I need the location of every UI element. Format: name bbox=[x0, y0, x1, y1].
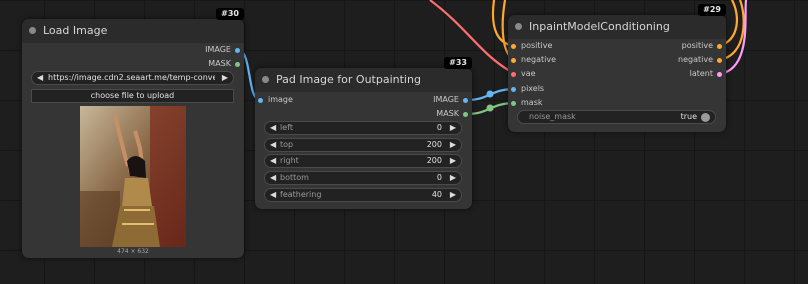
toggle-indicator-icon[interactable] bbox=[701, 113, 710, 122]
widget-value: 200 bbox=[426, 156, 442, 165]
upload-button[interactable]: choose file to upload bbox=[31, 89, 234, 103]
output-label-image: IMAGE bbox=[433, 95, 459, 104]
widget-value: true bbox=[680, 112, 697, 121]
decrement-icon[interactable]: ◀ bbox=[270, 156, 276, 165]
input-label-pixels: pixels bbox=[521, 84, 545, 93]
image-url-value: https://image.cdn2.seaart.me/temp-conver… bbox=[48, 73, 215, 82]
node-id-badge: #30 bbox=[216, 8, 244, 20]
output-slot-image[interactable] bbox=[463, 98, 468, 103]
output-label-mask: MASK bbox=[436, 109, 459, 118]
decrement-icon[interactable]: ◀ bbox=[270, 140, 276, 149]
input-slot-mask[interactable] bbox=[511, 101, 516, 106]
collapse-dot-icon[interactable] bbox=[262, 76, 269, 83]
input-slot-negative[interactable] bbox=[511, 58, 516, 63]
collapse-dot-icon[interactable] bbox=[29, 27, 36, 34]
node-id-badge: #29 bbox=[698, 4, 726, 16]
widget-value: 200 bbox=[426, 140, 442, 149]
node-title: Load Image bbox=[43, 24, 108, 37]
output-label-positive: positive bbox=[681, 41, 713, 50]
node-title: InpaintModelConditioning bbox=[529, 20, 670, 33]
widget-value: 40 bbox=[431, 190, 442, 199]
input-slot-pixels[interactable] bbox=[511, 87, 516, 92]
widget-label: top bbox=[280, 140, 294, 149]
increment-icon[interactable]: ▶ bbox=[450, 173, 456, 182]
output-slot-mask[interactable] bbox=[463, 112, 468, 117]
widget-label: right bbox=[280, 156, 299, 165]
node-header[interactable]: Pad Image for Outpainting bbox=[255, 68, 472, 92]
output-label-negative: negative bbox=[678, 55, 713, 64]
pad-image-node[interactable]: Pad Image for Outpainting #33 image IMAG… bbox=[255, 57, 472, 209]
output-slot-latent[interactable] bbox=[717, 72, 722, 77]
increment-icon[interactable]: ▶ bbox=[450, 190, 456, 199]
output-slot-mask[interactable] bbox=[235, 62, 240, 67]
inpaint-conditioning-node[interactable]: InpaintModelConditioning #29 positive ne… bbox=[508, 4, 726, 132]
increment-icon[interactable]: ▶ bbox=[450, 156, 456, 165]
wire-reroute-dot bbox=[486, 90, 494, 98]
input-label-vae: vae bbox=[521, 69, 536, 78]
node-title: Pad Image for Outpainting bbox=[276, 73, 421, 86]
left-number-widget[interactable]: ◀ left 0 ▶ bbox=[264, 121, 462, 135]
increment-icon[interactable]: ▶ bbox=[450, 140, 456, 149]
input-label-positive: positive bbox=[521, 41, 553, 50]
output-slot-negative[interactable] bbox=[717, 58, 722, 63]
bottom-number-widget[interactable]: ◀ bottom 0 ▶ bbox=[264, 171, 462, 185]
widget-label: left bbox=[280, 123, 293, 132]
widget-label: feathering bbox=[280, 190, 322, 199]
arrow-right-icon[interactable]: ▶ bbox=[222, 73, 228, 82]
node-header[interactable]: InpaintModelConditioning bbox=[508, 15, 726, 39]
collapse-dot-icon[interactable] bbox=[515, 23, 522, 30]
node-id-badge: #33 bbox=[444, 57, 472, 69]
output-label-mask: MASK bbox=[208, 59, 231, 68]
decrement-icon[interactable]: ◀ bbox=[270, 190, 276, 199]
image-source-select[interactable]: ◀ https://image.cdn2.seaart.me/temp-conv… bbox=[31, 71, 234, 85]
top-number-widget[interactable]: ◀ top 200 ▶ bbox=[264, 138, 462, 152]
image-preview bbox=[80, 106, 186, 247]
wire-reroute-dot bbox=[486, 104, 494, 112]
input-label-negative: negative bbox=[521, 55, 556, 64]
output-label-image: IMAGE bbox=[205, 45, 231, 54]
noise-mask-toggle[interactable]: noise_mask true bbox=[517, 110, 716, 124]
output-label-latent: latent bbox=[689, 69, 713, 78]
widget-label: bottom bbox=[280, 173, 309, 182]
load-image-node[interactable]: Load Image #30 IMAGE MASK ◀ https://imag… bbox=[22, 8, 244, 258]
input-slot-positive[interactable] bbox=[511, 44, 516, 49]
widget-value: 0 bbox=[436, 123, 442, 132]
input-label-mask: mask bbox=[521, 98, 543, 107]
output-slot-positive[interactable] bbox=[717, 44, 722, 49]
node-header[interactable]: Load Image bbox=[22, 19, 244, 43]
output-slot-image[interactable] bbox=[235, 48, 240, 53]
input-slot-image[interactable] bbox=[258, 98, 263, 103]
widget-value: 0 bbox=[436, 173, 442, 182]
image-size-label: 474 × 632 bbox=[117, 248, 149, 255]
right-number-widget[interactable]: ◀ right 200 ▶ bbox=[264, 154, 462, 168]
input-label-image: image bbox=[268, 95, 293, 104]
dancer-photo bbox=[80, 106, 186, 247]
decrement-icon[interactable]: ◀ bbox=[270, 173, 276, 182]
decrement-icon[interactable]: ◀ bbox=[270, 123, 276, 132]
arrow-left-icon[interactable]: ◀ bbox=[37, 73, 43, 82]
feathering-number-widget[interactable]: ◀ feathering 40 ▶ bbox=[264, 188, 462, 202]
input-slot-vae[interactable] bbox=[511, 72, 516, 77]
wire-conditioning-in-1 bbox=[429, 0, 516, 75]
widget-label: noise_mask bbox=[529, 112, 576, 121]
increment-icon[interactable]: ▶ bbox=[450, 123, 456, 132]
